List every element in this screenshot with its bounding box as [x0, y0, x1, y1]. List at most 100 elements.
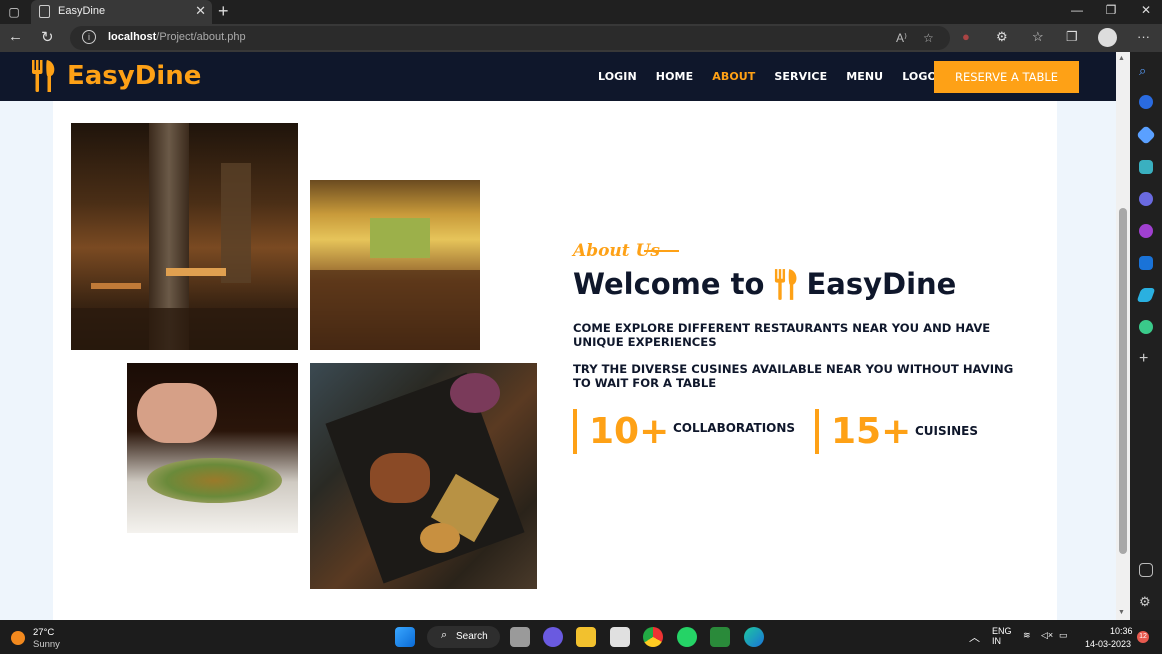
edge-sidebar: ⌕ + ⚙	[1130, 52, 1162, 620]
site-navbar: EasyDine LOGIN HOME ABOUT SERVICE MENU L…	[0, 52, 1116, 101]
food-platter-photo	[310, 363, 537, 589]
address-bar-row: ← ↻ i localhost/Project/about.php A⁾ ☆	[0, 24, 1162, 52]
clock[interactable]: 10:36	[1110, 626, 1133, 636]
scroll-down-icon[interactable]: ▼	[1118, 609, 1125, 616]
sidebar-collapse-icon[interactable]	[1139, 563, 1153, 577]
copilot-icon[interactable]	[1139, 95, 1153, 109]
page-viewport: EasyDine LOGIN HOME ABOUT SERVICE MENU L…	[0, 52, 1116, 620]
search-icon[interactable]: ⌕	[1139, 64, 1153, 78]
extensions-icon[interactable]: ⚙	[996, 29, 1008, 45]
welcome-brand: EasyDine	[773, 267, 956, 301]
collections-icon[interactable]: ❐	[1066, 29, 1078, 45]
nav-menu[interactable]: MENU	[846, 70, 883, 83]
battery-icon[interactable]: ▭	[1059, 630, 1068, 641]
favorites-icon[interactable]: ☆	[1032, 29, 1044, 45]
taskbar: 27°C Sunny ⌕ Search ︿ ENG IN ≋ ◁× ▭ 10:3…	[0, 620, 1162, 654]
teams-chat-icon[interactable]	[543, 627, 563, 647]
restaurant-interior-photo	[71, 123, 298, 350]
nav-home[interactable]: HOME	[656, 70, 693, 83]
site-logo[interactable]: EasyDine	[30, 60, 201, 92]
people-icon[interactable]	[1139, 192, 1153, 206]
page-icon	[39, 5, 50, 18]
browser-tab-bar: ▢ EasyDine ✕ + — ❐ ✕	[0, 0, 1162, 24]
favorite-icon[interactable]: ☆	[923, 31, 934, 45]
language-code: ENG	[992, 626, 1012, 636]
games-icon[interactable]	[1139, 224, 1153, 238]
minimize-button[interactable]: —	[1062, 3, 1092, 17]
stat-number: 10+	[589, 411, 670, 452]
address-bar[interactable]: i localhost/Project/about.php A⁾ ☆	[70, 26, 950, 50]
add-icon[interactable]: +	[1139, 351, 1153, 367]
scroll-up-icon[interactable]: ▲	[1118, 55, 1125, 62]
volume-muted-icon[interactable]: ◁×	[1041, 630, 1053, 641]
refresh-icon[interactable]: ↻	[41, 28, 54, 46]
weather-sun-icon[interactable]	[11, 631, 25, 645]
stat-bar	[815, 409, 819, 454]
stat-number: 15+	[831, 411, 912, 452]
whatsapp-icon[interactable]	[677, 627, 697, 647]
clock-time: 10:36	[1110, 626, 1133, 636]
store-icon[interactable]	[610, 627, 630, 647]
url-text[interactable]: localhost/Project/about.php	[108, 31, 246, 43]
about-section: About Us Welcome to EasyDine COME EXPLOR…	[53, 101, 1057, 620]
chrome-icon[interactable]	[643, 627, 663, 647]
url-host: localhost	[108, 31, 157, 43]
url-path: /Project/about.php	[156, 31, 246, 43]
telegram-icon[interactable]	[1136, 288, 1156, 302]
close-tab-icon[interactable]: ✕	[195, 3, 206, 19]
reserve-table-button[interactable]: RESERVE A TABLE	[934, 61, 1079, 93]
drop-icon[interactable]	[1139, 320, 1153, 334]
close-window-button[interactable]: ✕	[1131, 3, 1161, 17]
stat-collaborations: 10+ COLLABORATIONS	[573, 409, 795, 454]
welcome-heading: Welcome to EasyDine	[573, 267, 956, 301]
language-region: IN	[992, 636, 1001, 646]
page-scrollbar[interactable]: ▲ ▼	[1116, 52, 1130, 620]
stat-cuisines: 15+ CUISINES	[815, 409, 995, 454]
nav-about[interactable]: ABOUT	[712, 70, 755, 83]
tools-icon[interactable]	[1139, 160, 1153, 174]
welcome-brand-name: EasyDine	[806, 267, 957, 301]
back-icon[interactable]: ←	[8, 28, 23, 45]
stat-bar	[573, 409, 577, 454]
notification-badge[interactable]: 12	[1137, 631, 1149, 643]
tab-title: EasyDine	[58, 5, 106, 17]
tray-overflow-icon[interactable]: ︿	[969, 629, 980, 645]
tab-easydine[interactable]: EasyDine ✕	[31, 0, 212, 24]
stat-label: CUISINES	[915, 424, 979, 438]
about-paragraph-1: COME EXPLORE DIFFERENT RESTAURANTS NEAR …	[573, 321, 991, 349]
utensils-icon	[775, 268, 797, 300]
file-explorer-icon[interactable]	[576, 627, 596, 647]
restore-button[interactable]: ❐	[1096, 3, 1126, 17]
wifi-icon[interactable]: ≋	[1023, 630, 1031, 641]
read-aloud-icon[interactable]: A⁾	[896, 31, 907, 45]
nav-service[interactable]: SERVICE	[774, 70, 827, 83]
scroll-thumb[interactable]	[1119, 208, 1127, 554]
new-tab-button[interactable]: +	[218, 1, 229, 22]
nav-login[interactable]: LOGIN	[598, 70, 637, 83]
nav-links: LOGIN HOME ABOUT SERVICE MENU LOGOUT	[598, 70, 973, 83]
salad-plate-photo	[127, 363, 298, 533]
excel-icon[interactable]	[710, 627, 730, 647]
settings-icon[interactable]: ⚙	[1139, 595, 1153, 609]
weather-condition[interactable]: Sunny	[33, 639, 60, 650]
language-indicator[interactable]: ENG IN	[992, 626, 1012, 646]
site-info-icon[interactable]: i	[82, 30, 96, 44]
profile-avatar[interactable]	[1098, 28, 1117, 47]
task-view-icon[interactable]	[510, 627, 530, 647]
weather-temperature[interactable]: 27°C	[33, 627, 54, 638]
clock-date[interactable]: 14-03-2023	[1085, 639, 1131, 649]
dining-hall-photo	[310, 180, 480, 350]
more-menu-icon[interactable]: ···	[1137, 29, 1150, 44]
brand-name: EasyDine	[67, 61, 202, 91]
search-label: Search	[456, 631, 488, 642]
search-icon: ⌕	[441, 629, 448, 641]
outlook-icon[interactable]	[1139, 256, 1153, 270]
about-paragraph-2: TRY THE DIVERSE CUSINES AVAILABLE NEAR Y…	[573, 362, 1014, 390]
taskbar-search[interactable]: ⌕ Search	[427, 626, 500, 648]
windows-start-icon[interactable]	[395, 627, 415, 647]
tab-actions-icon[interactable]: ▢	[4, 2, 24, 22]
welcome-prefix: Welcome to	[573, 267, 765, 301]
shopping-icon[interactable]	[1136, 125, 1156, 145]
edge-icon[interactable]	[744, 627, 764, 647]
extension-icon[interactable]: ●	[962, 29, 970, 44]
